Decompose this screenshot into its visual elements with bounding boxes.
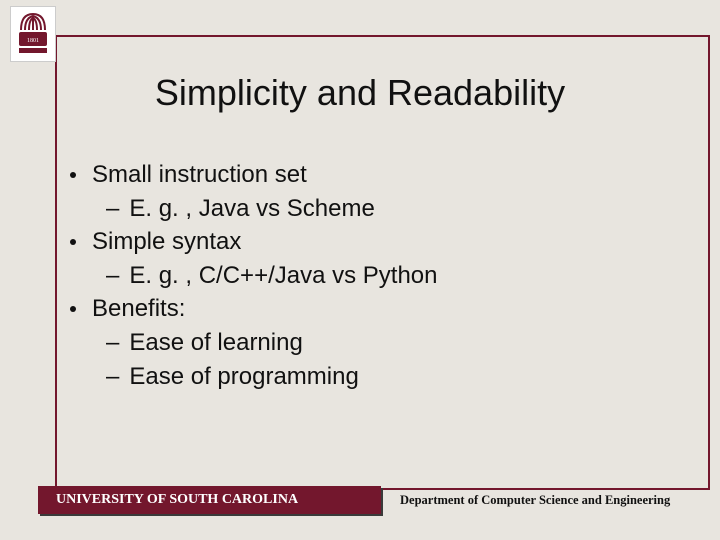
bullet-text: E. g. , Java vs Scheme	[129, 192, 374, 226]
bullet-text: Ease of learning	[129, 326, 302, 360]
slide-content: Small instruction set –E. g. , Java vs S…	[60, 158, 680, 393]
bullet-level-1: Simple syntax	[70, 225, 680, 259]
bullet-level-1: Small instruction set	[70, 158, 680, 192]
bullet-text: Small instruction set	[92, 158, 307, 192]
slide-title: Simplicity and Readability	[0, 72, 720, 114]
university-logo: 1801	[10, 6, 56, 62]
bullet-level-2: –E. g. , Java vs Scheme	[106, 192, 680, 226]
bullet-level-2: –Ease of programming	[106, 360, 680, 394]
bullet-level-2: –E. g. , C/C++/Java vs Python	[106, 259, 680, 293]
footer-university-bar: UNIVERSITY OF SOUTH CAROLINA	[38, 486, 381, 514]
svg-text:1801: 1801	[27, 38, 39, 44]
bullet-level-2: –Ease of learning	[106, 326, 680, 360]
department-name: Department of Computer Science and Engin…	[400, 493, 670, 508]
university-name: UNIVERSITY OF SOUTH CAROLINA	[56, 492, 298, 508]
bullet-text: Simple syntax	[92, 225, 241, 259]
bullet-text: E. g. , C/C++/Java vs Python	[129, 259, 437, 293]
bullet-level-1: Benefits:	[70, 292, 680, 326]
bullet-text: Benefits:	[92, 292, 185, 326]
bullet-text: Ease of programming	[129, 360, 358, 394]
footer-department: Department of Computer Science and Engin…	[400, 486, 710, 514]
